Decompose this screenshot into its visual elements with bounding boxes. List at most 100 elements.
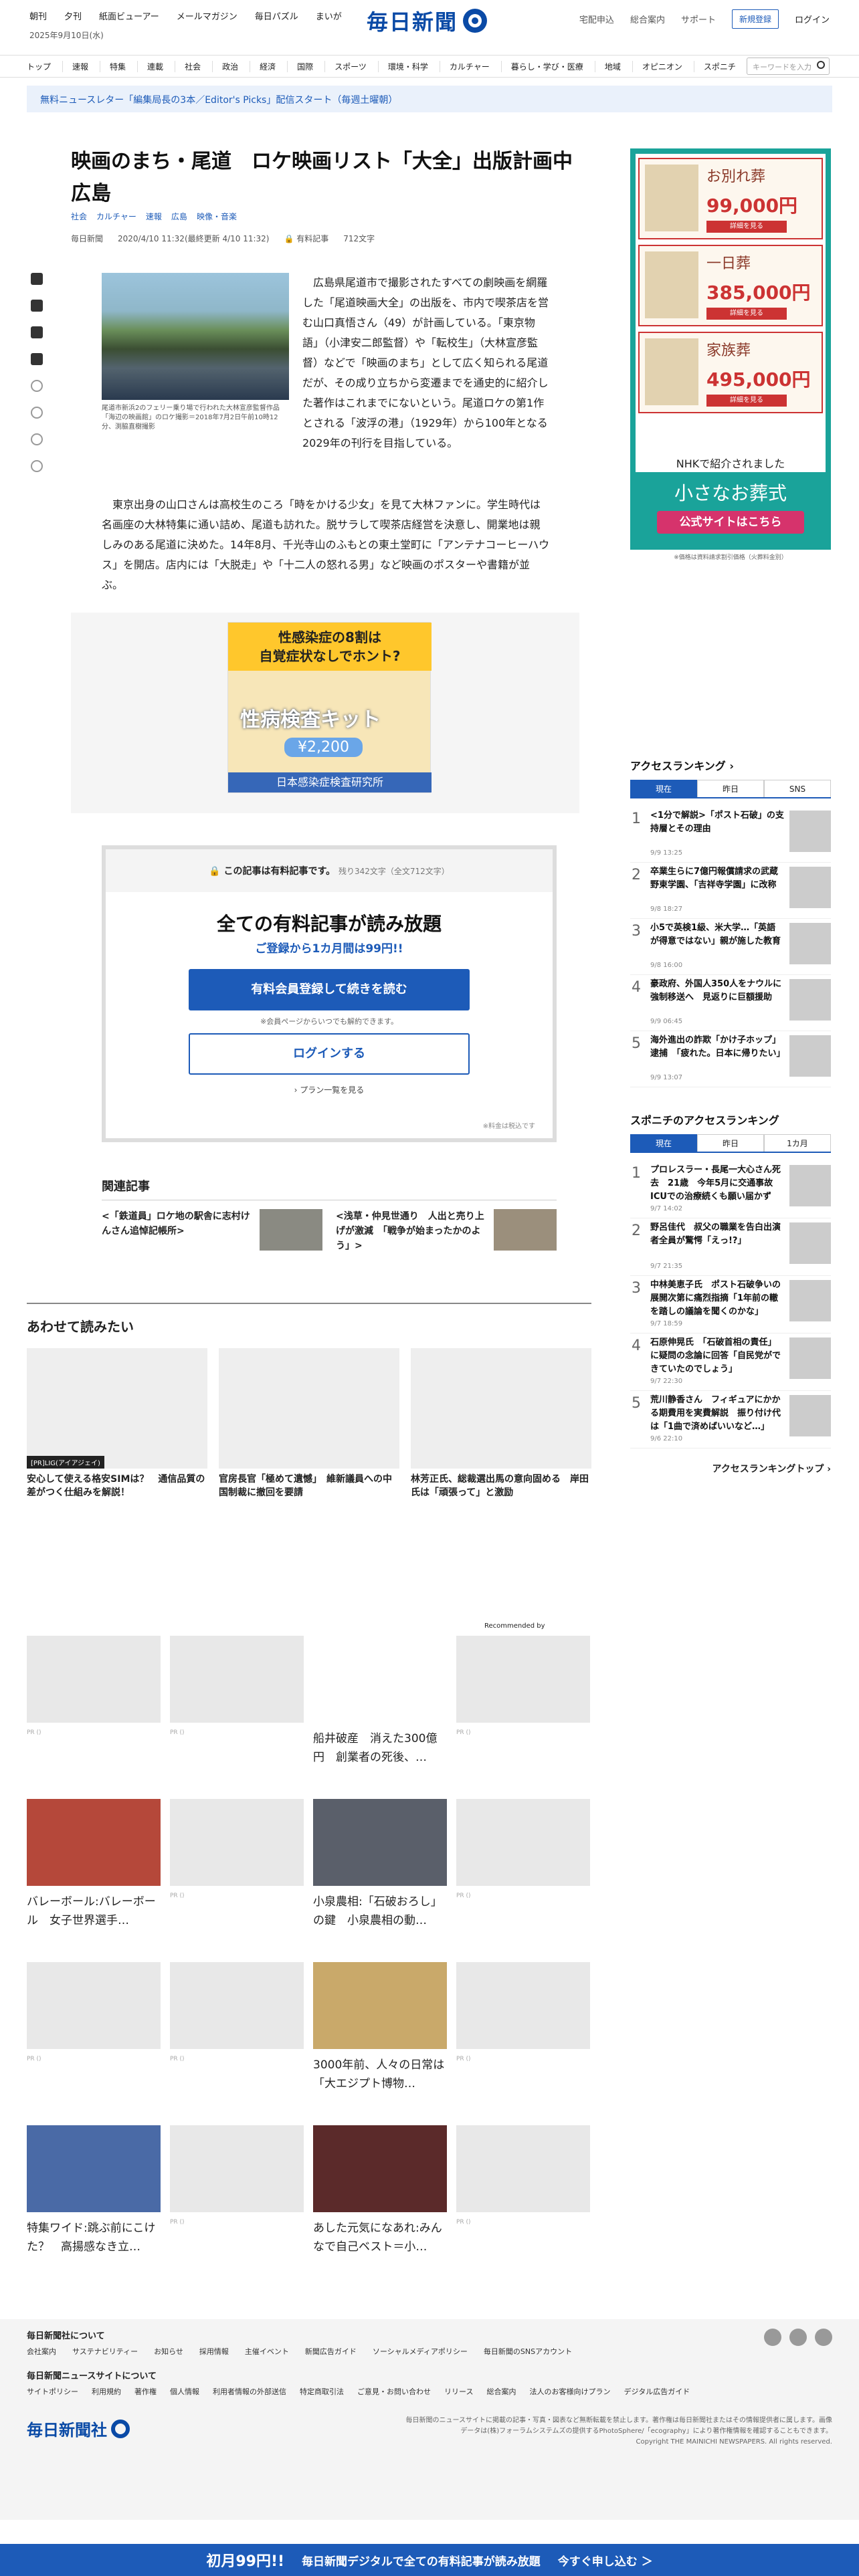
facebook-icon[interactable] bbox=[789, 2329, 807, 2346]
footer-link[interactable]: 新聞広告ガイド bbox=[305, 2346, 357, 2357]
link-maiga[interactable]: まいが bbox=[316, 9, 342, 22]
related-item[interactable]: <「鉄道員」ロケ地の駅舎に志村けんさん追悼記帳所> bbox=[102, 1209, 322, 1256]
footer-link[interactable]: 利用者情報の外部送信 bbox=[213, 2386, 286, 2397]
ranking-item[interactable]: 3 小5で英検1級、米大学…「英語が得意ではない」親が施した教育 9/8 16:00 bbox=[630, 919, 831, 975]
nav-item[interactable]: 地域 bbox=[605, 60, 633, 72]
related-item[interactable]: <浅草・仲見世通り 人出と売り上げが激減 「戦争が始まったかのよう」> bbox=[336, 1209, 557, 1256]
recommend-card[interactable]: 官房長官「極めて遺憾」 維新議員への中国制裁に撤回を要請 bbox=[219, 1348, 399, 1499]
grid-item[interactable]: PR () bbox=[456, 1799, 590, 1899]
ad-cta-button[interactable]: 公式サイトはこちら bbox=[657, 511, 804, 534]
footer-link[interactable]: デジタル広告ガイド bbox=[624, 2386, 690, 2397]
print-icon[interactable] bbox=[31, 460, 43, 472]
grid-item[interactable]: PR () bbox=[170, 1799, 304, 1899]
nav-item[interactable]: 速報 bbox=[72, 60, 101, 72]
nav-item[interactable]: 経済 bbox=[260, 60, 288, 72]
register-continue-button[interactable]: 有料会員登録して続きを読む bbox=[189, 969, 470, 1010]
login-button[interactable]: ログイン bbox=[795, 13, 830, 25]
footer-link[interactable]: 法人のお客様向けプラン bbox=[529, 2386, 610, 2397]
footer-link[interactable]: 特定商取引法 bbox=[300, 2386, 344, 2397]
link-guide[interactable]: 総合案内 bbox=[630, 13, 665, 25]
ranking-item[interactable]: 3 中林美恵子氏 ポスト石破争いの展開次第に痛烈指摘「1年前の轍を踏しの議論を聞く… bbox=[630, 1276, 831, 1333]
bookmark-icon[interactable] bbox=[31, 380, 43, 392]
ranking-item[interactable]: 5 荒川静香さん フィギュアにかかる期費用を実費解説 振り付け代は「1曲で済めばい… bbox=[630, 1391, 831, 1448]
inline-ad[interactable]: 性感染症の8割は 自覚症状なしでホント? 性病検査キット ¥2,200 日本感染症… bbox=[227, 622, 432, 793]
footer-link[interactable]: 利用規約 bbox=[92, 2386, 121, 2397]
grid-item[interactable]: PR () bbox=[456, 1636, 590, 1736]
grid-item[interactable]: あした元気になあれ:みんなで自己ベスト＝小… bbox=[313, 2125, 447, 2260]
nav-item[interactable]: 社会 bbox=[185, 60, 213, 72]
footer-link[interactable]: ご意見・お問い合わせ bbox=[357, 2386, 431, 2397]
tag[interactable]: 社会 bbox=[71, 211, 87, 222]
youtube-icon[interactable] bbox=[815, 2329, 832, 2346]
tag[interactable]: 速報 bbox=[146, 211, 162, 222]
footer-logo[interactable]: 毎日新聞社 bbox=[27, 2417, 130, 2440]
footer-link[interactable]: サステナビリティー bbox=[72, 2346, 138, 2357]
search-input[interactable]: キーワードを入力 bbox=[747, 58, 830, 75]
footer-link[interactable]: 会社案内 bbox=[27, 2346, 56, 2357]
ranking-item[interactable]: 1 <1分で解説>「ポスト石破」の支持層とその理由 9/9 13:25 bbox=[630, 807, 831, 863]
plans-link[interactable]: › プラン一覧を見る bbox=[106, 1084, 553, 1095]
comment-icon[interactable] bbox=[31, 300, 43, 312]
ranking-top-link[interactable]: アクセスランキングトップ › bbox=[630, 1462, 831, 1475]
tab-sns[interactable]: SNS bbox=[764, 780, 831, 797]
tag[interactable]: 映像・音楽 bbox=[197, 211, 237, 222]
link-morning[interactable]: 朝刊 bbox=[29, 9, 47, 22]
x-share-icon[interactable] bbox=[31, 273, 43, 285]
tab-month[interactable]: 1カ月 bbox=[764, 1134, 831, 1152]
nav-item[interactable]: 政治 bbox=[222, 60, 251, 72]
footer-link[interactable]: リリース bbox=[444, 2386, 473, 2397]
nav-item[interactable]: トップ bbox=[27, 60, 64, 72]
grid-item[interactable]: PR () bbox=[27, 1636, 161, 1736]
footer-link[interactable]: お知らせ bbox=[154, 2346, 183, 2357]
ranking-heading[interactable]: アクセスランキング › bbox=[630, 757, 734, 773]
tab-now[interactable]: 現在 bbox=[630, 780, 697, 797]
grid-item[interactable]: 小泉農相:「石破おろし」の鍵 小泉農相の動… bbox=[313, 1799, 447, 1934]
paywall-login-button[interactable]: ログインする bbox=[189, 1033, 470, 1075]
grid-item[interactable]: 特集ワイド:跳ぶ前にこけた？ 高揚感なき立… bbox=[27, 2125, 161, 2260]
recommend-card[interactable]: [PR]LIG(アイアジェイ) 安心して使える格安SIMは？ 通信品質の差がつく仕… bbox=[27, 1348, 207, 1499]
article-photo[interactable] bbox=[102, 273, 289, 400]
tab-yesterday[interactable]: 昨日 bbox=[697, 780, 764, 797]
nav-item[interactable]: カルチャー bbox=[450, 60, 502, 72]
nav-item[interactable]: オピニオン bbox=[642, 60, 694, 72]
link-viewer[interactable]: 紙面ビューアー bbox=[99, 9, 159, 22]
footer-link[interactable]: 個人情報 bbox=[170, 2386, 199, 2397]
x-icon[interactable] bbox=[764, 2329, 781, 2346]
grid-item[interactable]: PR () bbox=[27, 1962, 161, 2062]
footer-link[interactable]: ソーシャルメディアポリシー bbox=[373, 2346, 468, 2357]
subscribe-bar[interactable]: 初月99円!! 毎日新聞デジタルで全ての有料記事が読み放題 今すぐ申し込む ＞ bbox=[0, 2544, 859, 2576]
link-delivery[interactable]: 宅配申込 bbox=[579, 13, 614, 25]
tab-now[interactable]: 現在 bbox=[630, 1134, 697, 1152]
grid-item[interactable]: PR () bbox=[170, 1962, 304, 2062]
register-button[interactable]: 新規登録 bbox=[731, 9, 779, 29]
grid-item[interactable]: 3000年前、人々の日常は 「大エジプト博物… bbox=[313, 1962, 456, 2097]
tag[interactable]: 広島 bbox=[171, 211, 187, 222]
subscribe-now-button[interactable]: 今すぐ申し込む ＞ bbox=[558, 2552, 653, 2569]
newsletter-banner[interactable]: 無料ニュースレター「編集局長の3本／Editor's Picks」配信スタート（… bbox=[27, 86, 832, 112]
nav-item[interactable]: 暮らし・学び・医療 bbox=[511, 60, 595, 72]
footer-link[interactable]: 総合案内 bbox=[486, 2386, 516, 2397]
nav-item[interactable]: スポーツ bbox=[335, 60, 379, 72]
footer-link[interactable]: 主催イベント bbox=[245, 2346, 289, 2357]
nav-item[interactable]: 環境・科学 bbox=[388, 60, 440, 72]
link-icon[interactable] bbox=[31, 433, 43, 445]
link-puzzle[interactable]: 毎日パズル bbox=[255, 9, 298, 22]
tab-yesterday[interactable]: 昨日 bbox=[697, 1134, 764, 1152]
nav-item[interactable]: 連載 bbox=[147, 60, 176, 72]
site-logo[interactable]: 毎日新聞 bbox=[367, 5, 488, 36]
ranking-item[interactable]: 1 プロレスラー・長尾一大心さん死去 21歳 今年5月に交通事故ICUでの治療続く… bbox=[630, 1161, 831, 1218]
grid-item[interactable]: PR () bbox=[170, 2125, 304, 2226]
link-support[interactable]: サポート bbox=[681, 13, 716, 25]
sidebar-ad[interactable]: お別れ葬 99,000円 詳細を見る 一日葬 385,000円 詳細を見る 家族葬 495… bbox=[630, 148, 831, 550]
hatena-icon[interactable] bbox=[31, 353, 43, 365]
grid-item[interactable]: PR () bbox=[456, 1962, 590, 2062]
grid-item[interactable]: PR () bbox=[170, 1636, 304, 1736]
link-mail[interactable]: メールマガジン bbox=[177, 9, 237, 22]
ranking-item[interactable]: 2 野呂佳代 叔父の職業を告白出演者全員が驚愕「えっ!?」 9/7 21:35 bbox=[630, 1218, 831, 1276]
footer-link[interactable]: サイトポリシー bbox=[27, 2386, 78, 2397]
footer-link[interactable]: 著作権 bbox=[134, 2386, 157, 2397]
mail-icon[interactable] bbox=[31, 407, 43, 419]
search-icon[interactable] bbox=[817, 61, 825, 69]
grid-item[interactable]: バレーボール:バレーボール 女子世界選手… bbox=[27, 1799, 161, 1934]
nav-item[interactable]: スポニチ bbox=[704, 61, 747, 72]
